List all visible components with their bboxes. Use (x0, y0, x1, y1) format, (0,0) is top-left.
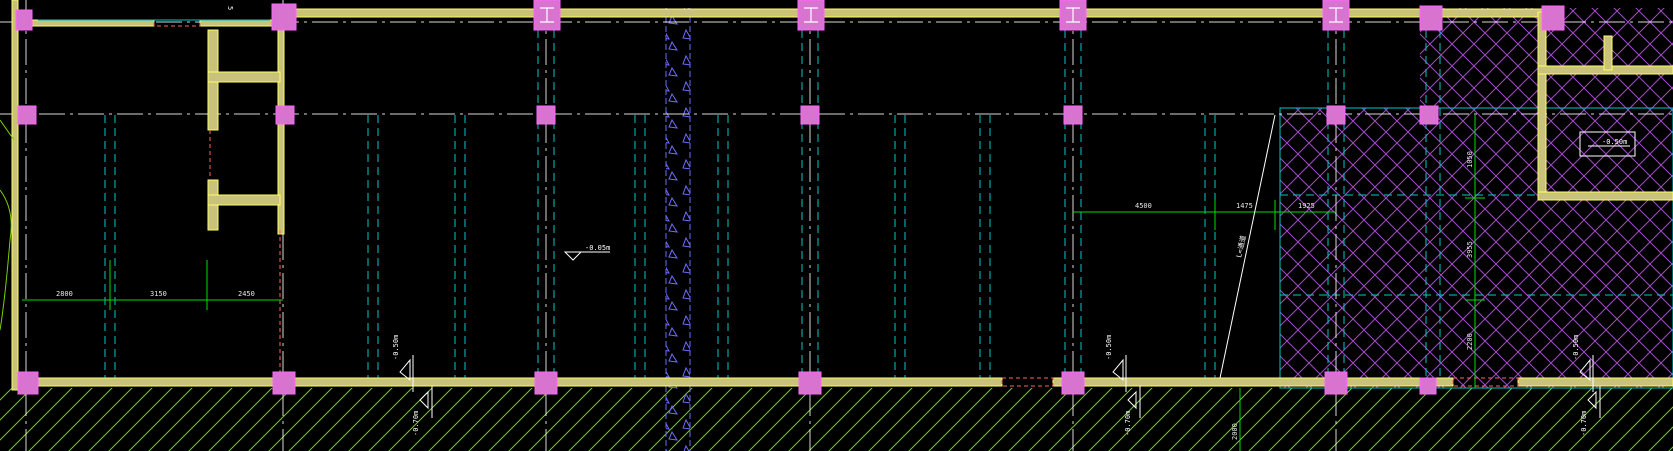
level-edge-1: -0.50m (392, 335, 400, 360)
left-upper-wall-2 (199, 19, 281, 27)
dim-vert-1: 1050 (1466, 151, 1474, 168)
column-mid-5 (1326, 105, 1346, 125)
level-main: -0.05m (585, 244, 610, 252)
column-bot-0 (17, 371, 39, 395)
bottom-wall-far (1517, 377, 1673, 387)
column-bot-5 (1324, 371, 1348, 395)
level-box-text: -0.50m (1602, 138, 1627, 146)
cad-floor-plan: 2800 3150 2450 4500 1475 1925 1050 3955 … (0, 0, 1673, 451)
level-edge-2: -0.50m (1105, 335, 1113, 360)
column-bot-1 (272, 371, 296, 395)
column-top-1 (271, 3, 297, 31)
level-below-1: -0.70m (412, 411, 420, 436)
column-bot-6 (1419, 377, 1437, 395)
column-bot-3 (798, 371, 822, 395)
dim-right-3: 1925 (1298, 202, 1315, 210)
column-mid-2 (536, 105, 556, 125)
box-room-inner (1603, 35, 1613, 71)
left-upper-wall (21, 19, 155, 27)
inner-wall-c (207, 71, 281, 83)
left-vertical-wall (11, 0, 19, 391)
bottom-wall (21, 377, 1003, 387)
top-wall (282, 8, 1564, 18)
column-bot-2 (534, 371, 558, 395)
box-room-top (1537, 11, 1547, 201)
dim-vert-2: 3955 (1466, 241, 1474, 258)
column-top-7 (1541, 5, 1565, 31)
column-mid-0 (17, 105, 37, 125)
dim-left-1: 2800 (56, 290, 73, 298)
dim-right-1: 4500 (1135, 202, 1152, 210)
column-bot-4 (1061, 371, 1085, 395)
box-room-bottom (1537, 191, 1673, 201)
column-mid-6 (1419, 105, 1439, 125)
top-tag: 5 (226, 6, 234, 10)
ground-hatch (0, 388, 1673, 451)
level-below-3: -0.70m (1580, 411, 1588, 436)
dim-vert-3: 2200 (1466, 333, 1474, 350)
column-top-6 (1419, 5, 1443, 31)
dim-right-2: 1475 (1236, 202, 1253, 210)
hatched-zone-lower (1280, 108, 1673, 388)
column-top-0 (15, 9, 33, 31)
dim-bottom: 2000 (1231, 423, 1239, 440)
level-below-2: -0.70m (1124, 411, 1132, 436)
level-edge-3: -0.50m (1572, 335, 1580, 360)
column-mid-1 (275, 105, 295, 125)
inner-wall-d (207, 194, 281, 206)
dim-left-3: 2450 (238, 290, 255, 298)
column-mid-4 (1063, 105, 1083, 125)
column-mid-3 (800, 105, 820, 125)
bottom-wall-right (1052, 377, 1454, 387)
dim-left-2: 3150 (150, 290, 167, 298)
